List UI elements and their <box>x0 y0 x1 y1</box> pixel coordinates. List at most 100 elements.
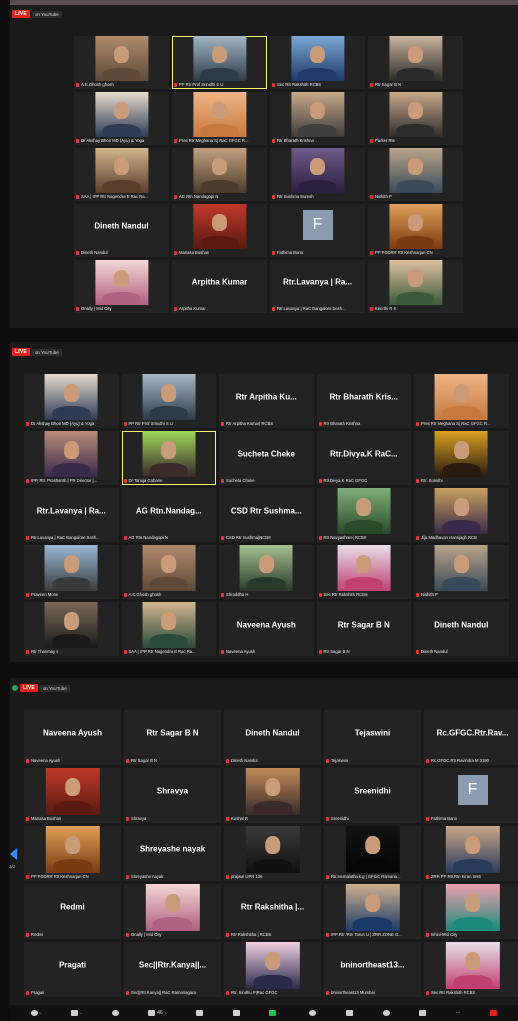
record-button[interactable] <box>309 1010 317 1016</box>
share-screen-button[interactable]: ^ <box>269 1010 280 1016</box>
participant-tile[interactable]: prajwal UPR 136 <box>224 826 321 881</box>
participant-tile[interactable]: Keerthi R K <box>368 260 463 313</box>
participant-label-text: Rtr.Lavanya | RaC Bangalore Sesh... <box>277 306 346 311</box>
participant-tile[interactable]: Rtr Sagar B N Rtr Sagar B N <box>316 602 411 656</box>
chevron-up-icon[interactable]: ^ <box>40 1011 42 1016</box>
participant-tile[interactable]: Pragati Pragati <box>24 942 121 997</box>
participant-tile[interactable]: Rtr Rakshitha |... Rtr Rakshitha | RCBS <box>224 884 321 939</box>
participant-tile[interactable]: A.K.Ghosh ghosh <box>74 36 169 89</box>
participant-tile[interactable]: Rtr.Hemalatha.k.g | GFGC Ramana... <box>324 826 421 881</box>
leave-button[interactable] <box>490 1010 498 1016</box>
participant-tile[interactable]: Rtr.Lavanya | Ra... Rtr.Lavanya | RaC Ban… <box>24 488 119 542</box>
participant-tile[interactable]: Dineth Nandul Dineth Nandul <box>224 710 321 765</box>
video-button[interactable]: ^ <box>71 1010 82 1016</box>
participant-label-text: SAA | IPP Rtr Nagendra E Rac Ra... <box>128 649 196 654</box>
participant-tile[interactable]: F Fathima Bano <box>270 204 365 257</box>
participant-tile[interactable]: Pres Rtr Meghana S| RaC GFGC R... <box>414 374 509 428</box>
participant-tile[interactable]: Naveena Ayush Naveena Ayush <box>24 710 121 765</box>
participant-video <box>142 602 196 648</box>
participant-tile[interactable]: Dineth Nandul Dineth Nandul <box>414 602 509 656</box>
participant-tile[interactable]: Dineth Nandul Dineth Nandul <box>74 204 169 257</box>
participant-tile[interactable]: Arpitha Kumar Arpitha Kumar <box>172 260 267 313</box>
participant-name: Dineth Nandul <box>245 728 300 738</box>
participant-tile[interactable]: Sec Rtr Rakshith RCBS <box>270 36 365 89</box>
participant-tile[interactable]: Sec Rtr Rakshith RCBS <box>424 942 518 997</box>
participant-tile[interactable]: PP PDDRR Rtr.Krishnarjun CN <box>368 204 463 257</box>
participant-tile[interactable]: Pres Rtr Meghana S| RaC GFGC R... <box>172 92 267 145</box>
chat-button[interactable] <box>196 1010 204 1016</box>
participant-tile[interactable]: Rtr Bharath Kris... Rtr Bharath Krishna <box>316 374 411 428</box>
participant-name: Naveena Ayush <box>43 728 102 738</box>
participant-tile[interactable]: Tejaswini Tejaswini <box>324 710 421 765</box>
whiteboard-button[interactable] <box>419 1010 427 1016</box>
mic-button[interactable]: ^ <box>30 1010 42 1016</box>
participant-tile[interactable]: Onally | Mid City <box>124 884 221 939</box>
participant-tile[interactable]: Onally | Mid City <box>74 260 169 313</box>
participant-tile[interactable]: SAA | IPP Rtr Nagendra E Rac Ra... <box>74 148 169 201</box>
participants-button[interactable]: 46 ^ <box>148 1010 167 1016</box>
previous-page-arrow-icon[interactable] <box>10 848 17 860</box>
participant-tile[interactable]: Ishini-Mid City <box>424 884 518 939</box>
participant-tile[interactable]: PP Rtr Prof Srinidhi S U <box>172 36 267 89</box>
share-screen-icon <box>269 1010 277 1016</box>
youtube-stream-button[interactable]: on YouTube <box>31 10 62 18</box>
participant-tile[interactable]: Kushal R <box>224 768 321 823</box>
participant-tile[interactable]: Rtr Navyashree| RCBS <box>316 488 411 542</box>
security-button[interactable] <box>111 1010 119 1016</box>
participant-tile[interactable]: Rtr Sushma Suresh <box>270 148 365 201</box>
participant-name: Redmi <box>60 902 85 912</box>
participant-tile[interactable]: Praveen Mone <box>24 545 119 599</box>
participant-tile[interactable]: Manasa Bushan <box>24 768 121 823</box>
participant-tile[interactable]: CSD Rtr Sushma... CSD Rtr Sushma|RCBS <box>219 488 314 542</box>
apps-button[interactable] <box>346 1010 353 1016</box>
participant-tile[interactable]: Rtr Sagar B N Rtr Sagar B N <box>124 710 221 765</box>
participant-tile[interactable]: Jija Madhavan Hansjagh RCB <box>414 488 509 542</box>
participant-tile[interactable]: Shravya Shravya <box>124 768 221 823</box>
participant-tile[interactable]: Redmi Redmi <box>24 884 121 939</box>
participant-tile[interactable]: AG Rtn.Nandag... AG Rtn.Nandagopi N <box>121 488 216 542</box>
participant-tile[interactable]: PP PDDRR Rtr.Krishnarjun CN <box>24 826 121 881</box>
reactions-button[interactable] <box>382 1010 390 1016</box>
youtube-stream-button[interactable]: on YouTube <box>31 348 62 356</box>
participant-tile[interactable]: Rc.GFGC.Rtr.Rav... Rc.GFGC.Rtr.Ravindra M… <box>424 710 518 765</box>
participant-tile[interactable]: IPP Rtr /Rtn Tarun U | ZRR ZONE G... <box>324 884 421 939</box>
participant-tile[interactable]: Rtr. Sunidhi <box>414 431 509 485</box>
youtube-stream-button[interactable]: on YouTube <box>39 684 70 692</box>
participant-tile[interactable]: Dr Akshay Bhoir MD (Ayu) & Yoga <box>74 92 169 145</box>
participant-tile[interactable]: Naveena Ayush Naveena Ayush <box>219 602 314 656</box>
participant-tile[interactable]: Sec Rtr Rakshith RCBS <box>316 545 411 599</box>
participant-tile[interactable]: Rtr Thanmay s <box>24 602 119 656</box>
more-button[interactable]: ··· <box>456 1010 461 1016</box>
participant-tile[interactable]: Rtr. Sindhu P|Rac GFGC <box>224 942 321 997</box>
participant-tile[interactable]: A.K.Ghosh ghosh <box>121 545 216 599</box>
chevron-up-icon[interactable]: ^ <box>165 1011 167 1016</box>
participant-tile[interactable]: Shreyashe nayak Shreyashe nayak <box>124 826 221 881</box>
participant-tile[interactable]: Rtr.Lavanya | Ra... Rtr.Lavanya | RaC Ban… <box>270 260 365 313</box>
participant-tile[interactable]: Dr Akshay Bhoir MD (Ayu) & Yoga <box>24 374 119 428</box>
participant-tile[interactable]: Sec||Rtr.Kanya||... Sec||Rtr.Kanya|| RaC … <box>124 942 221 997</box>
participant-tile[interactable]: Rtr.Divya.K RaC... Rtr.Divya.K RaC GFGC <box>316 431 411 485</box>
avatar: F <box>302 210 333 241</box>
participant-tile[interactable]: Shraddha H <box>219 545 314 599</box>
participant-tile[interactable]: Manasa Bushan <box>172 204 267 257</box>
participant-tile[interactable]: Nishith P <box>414 545 509 599</box>
bar-chart-icon <box>232 1010 240 1016</box>
participant-tile[interactable]: IPP, Rtr. Prashanth | PR Director |... <box>24 431 119 485</box>
participant-tile[interactable]: ZRR PP Rtr.Rtn Kiran SHS <box>424 826 518 881</box>
participant-tile[interactable]: Sreenidhi Sreenidhi <box>324 768 421 823</box>
participant-tile[interactable]: Dr Tanuja Gobane <box>121 431 216 485</box>
participant-tile[interactable]: PP Rtr Prof Srinidhi S U <box>121 374 216 428</box>
participant-tile[interactable]: Rtr Sagar B N <box>368 36 463 89</box>
participant-tile[interactable]: SAA | IPP Rtr Nagendra E Rac Ra... <box>121 602 216 656</box>
participant-tile[interactable]: Nishith P <box>368 148 463 201</box>
participant-tile[interactable]: Rtr Arpitha Ku... Rtr Arpitha Kumar| RCBS <box>219 374 314 428</box>
participant-tile[interactable]: AG Rtn.Nandagopi N <box>172 148 267 201</box>
participant-tile[interactable]: Rtr Bharath Krishna <box>270 92 365 145</box>
participant-tile[interactable]: bninortheast13... bninortheast13 Mumbai <box>324 942 421 997</box>
participant-tile[interactable]: F Fathima Bano <box>424 768 518 823</box>
participant-tile[interactable]: Sucheta Cheke Sucheta Cheke <box>219 431 314 485</box>
participant-tile[interactable]: Parker Rte <box>368 92 463 145</box>
polls-button[interactable] <box>232 1010 240 1016</box>
chevron-up-icon[interactable]: ^ <box>278 1011 280 1016</box>
chevron-up-icon[interactable]: ^ <box>80 1011 82 1016</box>
